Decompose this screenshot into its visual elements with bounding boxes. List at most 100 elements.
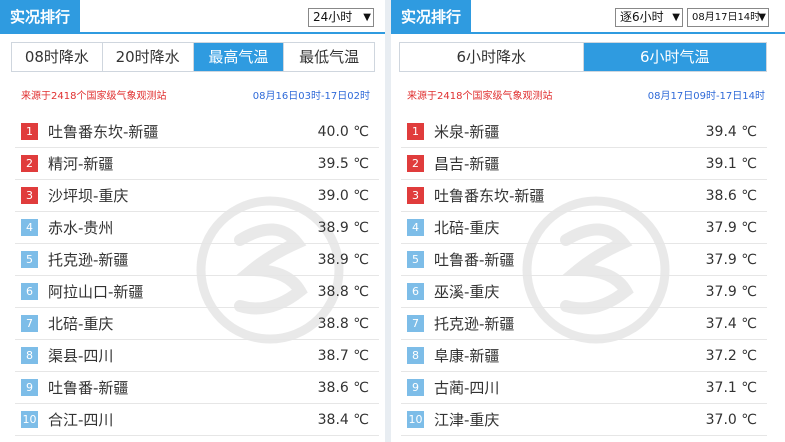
rank-badge: 5 (407, 251, 424, 268)
station-name: 托克逊-新疆 (48, 251, 129, 269)
station-name: 吐鲁番东坎-新疆 (434, 187, 545, 205)
time-range: 08月16日03时-17日02时 (252, 91, 370, 102)
station-name: 吐鲁番-新疆 (48, 379, 129, 397)
temperature-value: 39.1 ℃ (705, 156, 757, 172)
temperature-value: 37.0 ℃ (705, 412, 757, 428)
period-select[interactable]: 24小时 ▼ (308, 8, 374, 27)
tab-08h-precip[interactable]: 08时降水 (12, 43, 103, 71)
rank-badge: 8 (21, 347, 38, 364)
temperature-value: 37.2 ℃ (705, 348, 757, 364)
period-select[interactable]: 逐6小时 ▼ (615, 8, 683, 27)
list-item[interactable]: 10 江津-重庆 37.0 ℃ (401, 404, 767, 436)
chevron-down-icon: ▼ (672, 12, 680, 23)
time-select[interactable]: 08月17日14时 ▼ (687, 8, 769, 27)
station-name: 阜康-新疆 (434, 347, 500, 365)
period-select-value: 24小时 (313, 10, 353, 24)
source-text: 来源于2418个国家级气象观测站 (407, 91, 553, 102)
ranking-list: 1 米泉-新疆 39.4 ℃ 2 昌吉-新疆 39.1 ℃ 3 吐鲁番东坎-新疆 38.6 ℃ 4… (401, 116, 767, 436)
panel-header: 实况排行 逐6小时 ▼ 08月17日14时 ▼ (391, 0, 785, 34)
tab-6h-precip[interactable]: 6小时降水 (400, 43, 584, 71)
source-text: 来源于2418个国家级气象观测站 (21, 91, 167, 102)
panel-title: 实况排行 (391, 0, 472, 34)
rank-badge: 8 (407, 347, 424, 364)
rank-badge: 3 (407, 187, 424, 204)
temperature-value: 38.9 ℃ (317, 220, 369, 236)
station-name: 沙坪坝-重庆 (48, 187, 129, 205)
rank-badge: 4 (21, 219, 38, 236)
list-item[interactable]: 2 昌吉-新疆 39.1 ℃ (401, 148, 767, 180)
list-item[interactable]: 8 渠县-四川 38.7 ℃ (15, 340, 379, 372)
station-name: 巫溪-重庆 (434, 283, 500, 301)
station-name: 北碚-重庆 (434, 219, 500, 237)
rank-badge: 7 (21, 315, 38, 332)
station-name: 北碚-重庆 (48, 315, 114, 333)
temperature-value: 40.0 ℃ (317, 124, 369, 140)
temperature-value: 37.1 ℃ (705, 380, 757, 396)
list-item[interactable]: 10 合江-四川 38.4 ℃ (15, 404, 379, 436)
list-item[interactable]: 8 阜康-新疆 37.2 ℃ (401, 340, 767, 372)
category-tabs: 08时降水 20时降水 最高气温 最低气温 (11, 42, 375, 72)
tab-20h-precip[interactable]: 20时降水 (102, 43, 194, 71)
list-item[interactable]: 7 北碚-重庆 38.8 ℃ (15, 308, 379, 340)
list-item[interactable]: 3 沙坪坝-重庆 39.0 ℃ (15, 180, 379, 212)
temperature-value: 38.7 ℃ (317, 348, 369, 364)
list-item[interactable]: 9 吐鲁番-新疆 38.6 ℃ (15, 372, 379, 404)
rank-badge: 9 (21, 379, 38, 396)
list-item[interactable]: 5 吐鲁番-新疆 37.9 ℃ (401, 244, 767, 276)
station-name: 阿拉山口-新疆 (48, 283, 144, 301)
list-item[interactable]: 7 托克逊-新疆 37.4 ℃ (401, 308, 767, 340)
period-select-value: 逐6小时 (620, 10, 664, 24)
rank-badge: 9 (407, 379, 424, 396)
rank-badge: 10 (407, 411, 424, 428)
list-item[interactable]: 1 吐鲁番东坎-新疆 40.0 ℃ (15, 116, 379, 148)
rank-badge: 1 (21, 123, 38, 140)
temperature-value: 38.8 ℃ (317, 316, 369, 332)
rank-badge: 4 (407, 219, 424, 236)
ranking-panel-left: 实况排行 24小时 ▼ 08时降水 20时降水 最高气温 最低气温 来源于241… (0, 0, 385, 442)
temperature-value: 38.8 ℃ (317, 284, 369, 300)
list-item[interactable]: 2 精河-新疆 39.5 ℃ (15, 148, 379, 180)
rank-badge: 2 (21, 155, 38, 172)
temperature-value: 38.4 ℃ (317, 412, 369, 428)
rank-badge: 5 (21, 251, 38, 268)
ranking-list: 1 吐鲁番东坎-新疆 40.0 ℃ 2 精河-新疆 39.5 ℃ 3 沙坪坝-重庆 39.0 ℃… (15, 116, 379, 436)
chevron-down-icon: ▼ (758, 12, 766, 23)
panel-title: 实况排行 (0, 0, 81, 34)
station-name: 精河-新疆 (48, 155, 114, 173)
temperature-value: 37.9 ℃ (705, 252, 757, 268)
list-item[interactable]: 6 阿拉山口-新疆 38.8 ℃ (15, 276, 379, 308)
chevron-down-icon: ▼ (363, 12, 371, 23)
temperature-value: 37.4 ℃ (705, 316, 757, 332)
time-select-value: 08月17日14时 (692, 12, 761, 23)
station-name: 吐鲁番-新疆 (434, 251, 515, 269)
station-name: 赤水-贵州 (48, 219, 114, 237)
list-item[interactable]: 9 古蔺-四川 37.1 ℃ (401, 372, 767, 404)
tab-6h-temp[interactable]: 6小时气温 (583, 43, 766, 71)
temperature-value: 37.9 ℃ (705, 220, 757, 236)
station-name: 吐鲁番东坎-新疆 (48, 123, 159, 141)
list-item[interactable]: 1 米泉-新疆 39.4 ℃ (401, 116, 767, 148)
list-item[interactable]: 6 巫溪-重庆 37.9 ℃ (401, 276, 767, 308)
rank-badge: 3 (21, 187, 38, 204)
station-name: 合江-四川 (48, 411, 114, 429)
temperature-value: 38.6 ℃ (317, 380, 369, 396)
tab-min-temp[interactable]: 最低气温 (284, 43, 374, 71)
rank-badge: 10 (21, 411, 38, 428)
temperature-value: 38.9 ℃ (317, 252, 369, 268)
station-name: 渠县-四川 (48, 347, 114, 365)
time-range: 08月17日09时-17日14时 (647, 91, 765, 102)
rank-badge: 7 (407, 315, 424, 332)
list-item[interactable]: 5 托克逊-新疆 38.9 ℃ (15, 244, 379, 276)
rank-badge: 1 (407, 123, 424, 140)
rank-badge: 6 (407, 283, 424, 300)
station-name: 米泉-新疆 (434, 123, 500, 141)
info-line: 来源于2418个国家级气象观测站 08月17日09时-17日14时 (407, 90, 765, 104)
list-item[interactable]: 4 赤水-贵州 38.9 ℃ (15, 212, 379, 244)
temperature-value: 39.0 ℃ (317, 188, 369, 204)
tab-max-temp[interactable]: 最高气温 (193, 43, 285, 71)
category-tabs: 6小时降水 6小时气温 (399, 42, 767, 72)
list-item[interactable]: 3 吐鲁番东坎-新疆 38.6 ℃ (401, 180, 767, 212)
temperature-value: 39.5 ℃ (317, 156, 369, 172)
temperature-value: 37.9 ℃ (705, 284, 757, 300)
list-item[interactable]: 4 北碚-重庆 37.9 ℃ (401, 212, 767, 244)
